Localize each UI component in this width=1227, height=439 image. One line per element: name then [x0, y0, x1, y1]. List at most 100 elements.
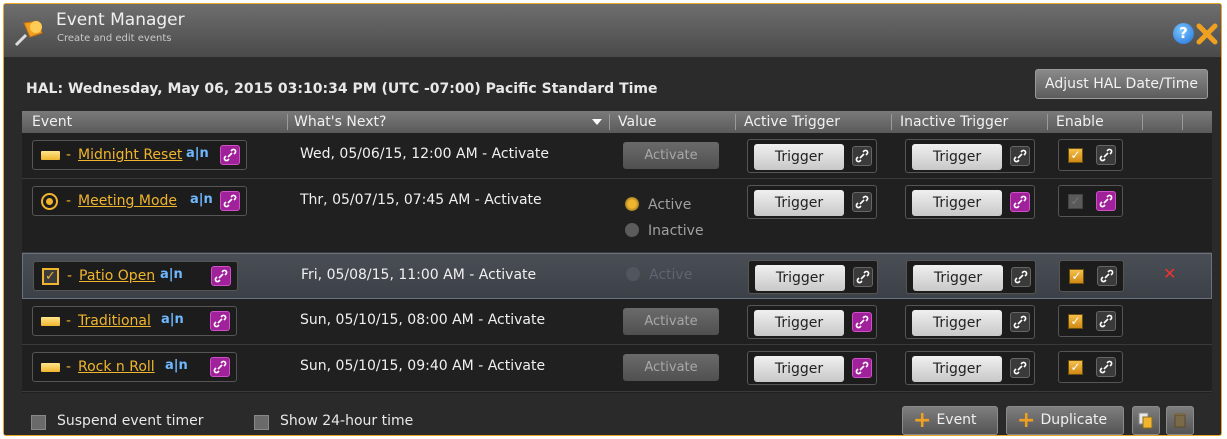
link-icon[interactable]	[1011, 267, 1031, 287]
plus-icon: +	[913, 408, 932, 433]
column-header-event[interactable]: Event	[32, 114, 72, 130]
sort-down-icon[interactable]	[592, 119, 602, 125]
event-name-link[interactable]: Rock n Roll	[78, 359, 155, 375]
inactive-trigger-button[interactable]: Trigger	[912, 356, 1002, 382]
table-row[interactable]: - Rock n Roll a|n Sun, 05/10/15, 09:40 A…	[22, 345, 1212, 392]
adjust-hal-datetime-button[interactable]: Adjust HAL Date/Time	[1035, 69, 1208, 99]
link-icon[interactable]	[1010, 358, 1030, 378]
link-icon[interactable]	[220, 191, 240, 211]
whats-next-text: Sun, 05/10/15, 09:40 AM - Activate	[300, 358, 546, 374]
enable-checkbox[interactable]: ✓	[1068, 314, 1083, 329]
event-name-link[interactable]: Meeting Mode	[78, 193, 177, 209]
help-icon[interactable]: ?	[1173, 23, 1194, 44]
dash: -	[66, 147, 72, 163]
rename-icon[interactable]: a|n	[165, 358, 188, 376]
link-icon[interactable]	[852, 146, 872, 166]
link-icon[interactable]	[1010, 192, 1030, 212]
enable-checkbox[interactable]: ✓	[1068, 194, 1083, 209]
link-icon[interactable]	[852, 312, 872, 332]
column-header-value[interactable]: Value	[618, 114, 656, 130]
radio-active[interactable]: Active	[625, 197, 691, 213]
bar-icon	[41, 151, 60, 160]
duplicate-label: Duplicate	[1040, 412, 1108, 428]
radio-active[interactable]: Active	[626, 267, 692, 283]
active-trigger-button[interactable]: Trigger	[754, 144, 844, 170]
suspend-timer-label: Suspend event timer	[57, 413, 204, 429]
add-event-button[interactable]: + Event	[902, 406, 998, 435]
whats-next-text: Fri, 05/08/15, 11:00 AM - Activate	[301, 267, 537, 283]
enable-cell: ✓	[1058, 305, 1123, 337]
footer-bar: Suspend event timer Show 24-hour time + E…	[4, 402, 1221, 435]
radio-dot	[625, 197, 639, 211]
enable-checkbox[interactable]: ✓	[1068, 148, 1083, 163]
inactive-trigger-cell: Trigger	[905, 351, 1035, 385]
event-name-link[interactable]: Traditional	[78, 313, 151, 329]
column-divider	[891, 114, 892, 130]
link-icon[interactable]	[853, 267, 873, 287]
table-row[interactable]: - Meeting Mode a|n Thr, 05/07/15, 07:45 …	[22, 179, 1212, 253]
event-name-link[interactable]: Midnight Reset	[78, 147, 182, 163]
inactive-trigger-button[interactable]: Trigger	[913, 265, 1003, 291]
link-icon[interactable]	[220, 145, 240, 165]
column-header-inactive-trigger[interactable]: Inactive Trigger	[900, 114, 1008, 130]
event-manager-window: Event Manager Create and edit events ? H…	[3, 3, 1222, 436]
enable-checkbox[interactable]: ✓	[1068, 360, 1083, 375]
whats-next-text: Thr, 05/07/15, 07:45 AM - Activate	[300, 192, 542, 208]
table-row[interactable]: - Traditional a|n Sun, 05/10/15, 08:00 A…	[22, 299, 1212, 345]
duplicate-button[interactable]: + Duplicate	[1006, 406, 1124, 435]
active-trigger-button[interactable]: Trigger	[754, 310, 844, 336]
close-icon[interactable]	[1195, 22, 1219, 46]
inactive-trigger-button[interactable]: Trigger	[912, 310, 1002, 336]
table-row[interactable]: - Midnight Reset a|n Wed, 05/06/15, 12:0…	[22, 133, 1212, 179]
link-icon[interactable]	[210, 357, 230, 377]
column-header-active-trigger[interactable]: Active Trigger	[744, 114, 840, 130]
link-icon[interactable]	[1096, 357, 1116, 377]
activate-button[interactable]: Activate	[623, 142, 719, 169]
rename-icon[interactable]: a|n	[186, 146, 209, 164]
column-divider	[1047, 114, 1048, 130]
rename-icon[interactable]: a|n	[161, 312, 184, 330]
active-trigger-cell: Trigger	[747, 185, 877, 219]
enable-cell: ✓	[1059, 260, 1124, 292]
hal-status-bar: HAL: Wednesday, May 06, 2015 03:10:34 PM…	[4, 59, 1221, 99]
active-trigger-button[interactable]: Trigger	[754, 190, 844, 216]
inactive-trigger-button[interactable]: Trigger	[912, 144, 1002, 170]
link-icon[interactable]	[1097, 266, 1117, 286]
delete-event-button[interactable]	[1166, 406, 1194, 435]
link-icon[interactable]	[1010, 146, 1030, 166]
column-divider	[609, 114, 610, 130]
activate-button[interactable]: Activate	[623, 308, 719, 335]
enable-checkbox[interactable]: ✓	[1069, 269, 1084, 284]
radio-inactive-label: Inactive	[648, 223, 704, 239]
delete-icon[interactable]: ✕	[1163, 264, 1176, 283]
link-icon[interactable]	[1096, 191, 1116, 211]
dash: -	[67, 268, 73, 284]
radio-inactive[interactable]: Inactive	[625, 223, 704, 239]
column-header-whats-next[interactable]: What's Next?	[294, 114, 386, 130]
column-header-enable[interactable]: Enable	[1056, 114, 1104, 130]
radio-active-label: Active	[649, 267, 693, 283]
event-name-link[interactable]: Patio Open	[79, 268, 155, 284]
link-icon[interactable]	[1096, 145, 1116, 165]
link-icon[interactable]	[211, 266, 231, 286]
link-icon[interactable]	[1010, 312, 1030, 332]
whats-next-text: Wed, 05/06/15, 12:00 AM - Activate	[300, 146, 549, 162]
active-trigger-button[interactable]: Trigger	[755, 265, 845, 291]
radio-dot	[625, 223, 639, 237]
link-icon[interactable]	[852, 358, 872, 378]
enable-cell: ✓	[1058, 351, 1123, 383]
table-row[interactable]: ✓ - Patio Open a|n Fri, 05/08/15, 11:00 …	[22, 253, 1212, 299]
dash: -	[66, 193, 72, 209]
inactive-trigger-button[interactable]: Trigger	[912, 190, 1002, 216]
link-icon[interactable]	[1096, 311, 1116, 331]
link-icon[interactable]	[852, 192, 872, 212]
active-trigger-button[interactable]: Trigger	[754, 356, 844, 382]
table-header: Event What's Next? Value Active Trigger …	[22, 111, 1212, 133]
rename-icon[interactable]: a|n	[190, 192, 213, 210]
copy-button[interactable]	[1132, 406, 1160, 435]
rename-icon[interactable]: a|n	[160, 267, 183, 285]
activate-button[interactable]: Activate	[623, 354, 719, 381]
show-24-hour-checkbox[interactable]	[254, 415, 269, 430]
link-icon[interactable]	[210, 311, 230, 331]
suspend-timer-checkbox[interactable]	[31, 415, 46, 430]
